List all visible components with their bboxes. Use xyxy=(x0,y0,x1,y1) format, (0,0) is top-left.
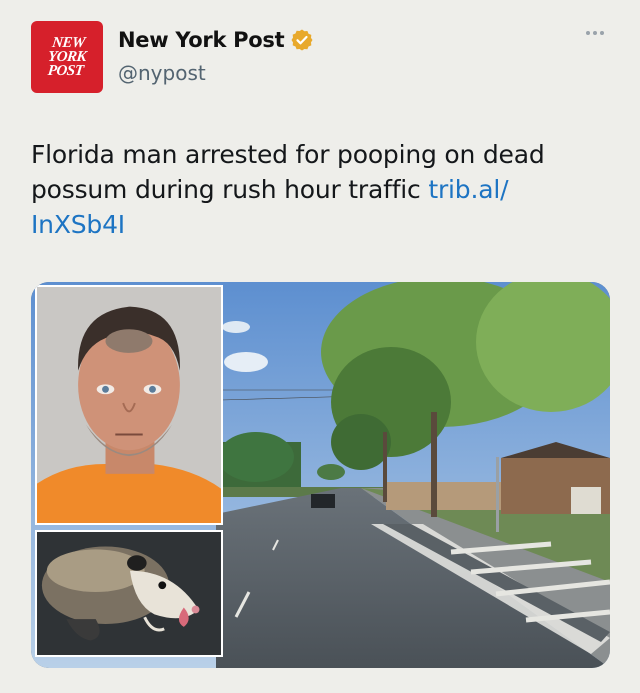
display-name[interactable]: New York Post xyxy=(118,28,285,52)
media-image[interactable] xyxy=(31,282,610,668)
tweet-text: Florida man arrested for pooping on dead… xyxy=(31,137,591,242)
avatar[interactable]: NEW YORK POST xyxy=(31,21,103,93)
handle[interactable]: @nypost xyxy=(118,61,206,85)
mugshot-photo xyxy=(35,285,223,525)
verified-badge-icon xyxy=(291,29,313,51)
nypost-logo: NEW YORK POST xyxy=(46,35,87,79)
possum-photo xyxy=(35,530,223,657)
more-options-icon[interactable] xyxy=(586,31,604,35)
author-row: New York Post xyxy=(118,28,314,52)
